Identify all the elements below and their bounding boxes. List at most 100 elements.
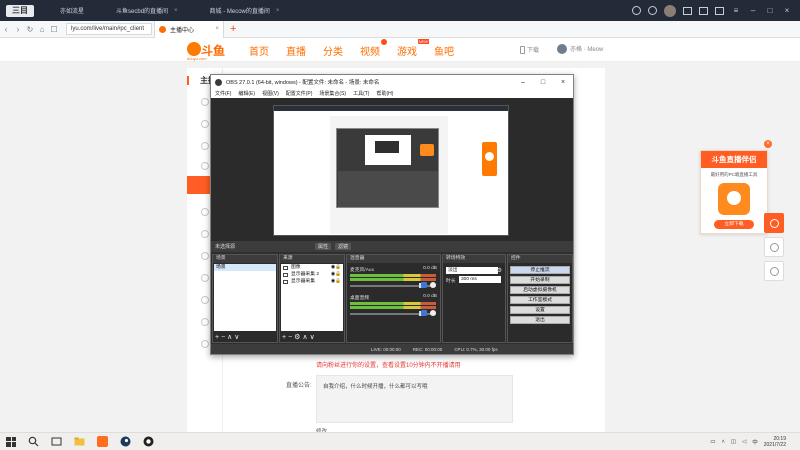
nav-live[interactable]: 直播: [286, 43, 306, 58]
speaker-icon[interactable]: [421, 282, 427, 288]
screen-float-button[interactable]: [764, 261, 784, 281]
menu-profile[interactable]: 配置文件(P): [286, 90, 313, 97]
clock-icon[interactable]: [648, 6, 657, 15]
url-input[interactable]: lyu.com/live/main#pc_client: [66, 23, 152, 35]
home-float-button[interactable]: [764, 237, 784, 257]
notice-textarea[interactable]: 自我介绍，什么时候开播，什么都可以写哦: [316, 375, 513, 423]
list-item[interactable]: 显示器采集 ◉🔒: [281, 278, 343, 285]
steam-icon[interactable]: [120, 436, 131, 447]
promo-card[interactable]: 斗鱼直播伴侣 最好用的PC端直播工具 立即下载: [700, 150, 768, 234]
stop-streaming-button[interactable]: 停止推流: [510, 266, 570, 274]
filters-button[interactable]: 滤镜: [335, 243, 352, 250]
menu-scene-collection[interactable]: 场景集合(S): [319, 90, 346, 97]
gear-icon[interactable]: [430, 310, 436, 316]
gear-icon[interactable]: [430, 282, 436, 288]
close-window-icon[interactable]: ×: [782, 6, 792, 15]
ime-icon[interactable]: 中: [752, 438, 758, 446]
briefcase-icon[interactable]: [699, 6, 708, 15]
close-icon[interactable]: ×: [553, 79, 573, 86]
douyu-app-icon[interactable]: [97, 436, 108, 447]
menu-edit[interactable]: 编辑(E): [238, 90, 255, 97]
sidebar-item-icon[interactable]: [201, 340, 209, 348]
maximize-icon[interactable]: □: [533, 79, 553, 86]
menu-tools[interactable]: 工具(T): [353, 90, 369, 97]
source-dock-buttons[interactable]: +−⚙∧∨: [282, 333, 317, 341]
nav-video[interactable]: 视频: [360, 39, 387, 58]
sidebar-item-icon[interactable]: [201, 98, 209, 106]
nav-category[interactable]: 分类: [323, 43, 343, 58]
sidebar-item-icon[interactable]: [201, 230, 209, 238]
sidebar-item-icon[interactable]: [201, 162, 209, 170]
menu-file[interactable]: 文件(F): [215, 90, 231, 97]
gear-icon[interactable]: ⚙: [497, 267, 502, 274]
speaker-icon[interactable]: [421, 310, 427, 316]
download-link[interactable]: 下载: [520, 45, 539, 54]
reload-icon[interactable]: ↻: [24, 25, 36, 34]
speaker-icon[interactable]: ◁: [742, 439, 746, 445]
history-icon[interactable]: [632, 6, 641, 15]
close-icon[interactable]: ×: [174, 8, 178, 14]
menu-icon[interactable]: ≡: [731, 6, 741, 15]
clock[interactable]: 20:19 2021/7/22: [764, 436, 800, 448]
properties-button[interactable]: 属性: [315, 243, 332, 250]
search-icon[interactable]: [28, 436, 39, 447]
maximize-icon[interactable]: □: [765, 6, 775, 15]
list-item[interactable]: 显示器采集 2 ◉🔒: [281, 271, 343, 278]
close-icon[interactable]: ×: [276, 8, 280, 14]
monitor-icon: [283, 272, 288, 277]
duration-input[interactable]: 300 ms: [459, 276, 501, 283]
folder-icon[interactable]: [74, 436, 85, 447]
download-now-button[interactable]: 立即下载: [714, 220, 754, 229]
eye-icon[interactable]: ◉🔒: [331, 264, 341, 271]
obs-preview[interactable]: [211, 98, 573, 241]
browser-tab[interactable]: 亦如流星: [54, 0, 90, 21]
eye-icon[interactable]: ◉🔒: [331, 278, 341, 285]
network-icon[interactable]: ◫: [731, 439, 736, 445]
douyu-logo[interactable]: 斗鱼 douyu.com: [187, 40, 227, 61]
shirt-icon[interactable]: [683, 6, 692, 15]
back-icon[interactable]: ‹: [0, 25, 12, 34]
studio-mode-button[interactable]: 工作室模式: [510, 296, 570, 304]
task-view-icon[interactable]: [51, 436, 62, 447]
sidebar-item-icon[interactable]: [201, 274, 209, 282]
eye-icon[interactable]: ◉🔒: [331, 271, 341, 278]
user-menu[interactable]: 亦格 · Meow: [557, 44, 603, 55]
start-recording-button[interactable]: 开始录制: [510, 276, 570, 284]
nav-fishbar[interactable]: 鱼吧: [434, 43, 454, 58]
screenshot-icon[interactable]: [715, 6, 724, 15]
transition-select[interactable]: 淡出: [446, 267, 498, 274]
home-icon[interactable]: ⌂: [36, 25, 48, 34]
obs-icon[interactable]: [143, 436, 154, 447]
list-item[interactable]: 图像 ◉🔒: [281, 264, 343, 271]
exit-button[interactable]: 退出: [510, 316, 570, 324]
minimize-icon[interactable]: –: [513, 79, 533, 86]
minimize-icon[interactable]: –: [748, 6, 758, 15]
settings-button[interactable]: 设置: [510, 306, 570, 314]
nav-game[interactable]: 游戏 NEW: [397, 39, 429, 58]
sidebar-item-icon[interactable]: [201, 252, 209, 260]
live-float-button[interactable]: [764, 213, 784, 233]
browser-tab[interactable]: 商城 - Mecow的直播间 ×: [204, 0, 286, 21]
list-item[interactable]: 场景: [214, 264, 276, 271]
scene-dock-buttons[interactable]: +−∧∨: [215, 333, 241, 341]
bookmark-icon[interactable]: ☐: [48, 25, 60, 34]
sidebar-item-icon[interactable]: [201, 318, 209, 326]
sidebar-item-icon[interactable]: [201, 296, 209, 304]
sidebar-item-icon[interactable]: [201, 208, 209, 216]
sidebar-item-icon[interactable]: [201, 120, 209, 128]
windows-start-icon[interactable]: [6, 436, 16, 447]
avatar[interactable]: [664, 4, 676, 17]
menu-view[interactable]: 视图(V): [262, 90, 279, 97]
virtual-camera-button[interactable]: 启动虚拟摄像机: [510, 286, 570, 294]
active-tab[interactable]: 主播中心 ×: [154, 20, 224, 38]
chevron-up-icon[interactable]: ˄: [722, 439, 725, 445]
chat-icon[interactable]: ▭: [710, 439, 715, 445]
menu-help[interactable]: 帮助(H): [376, 90, 393, 97]
forward-icon[interactable]: ›: [12, 25, 24, 34]
nav-home[interactable]: 首页: [249, 43, 269, 58]
browser-tab[interactable]: 斗鱼secbd的直播间 ×: [110, 0, 184, 21]
close-icon[interactable]: ×: [764, 140, 772, 148]
new-tab-icon[interactable]: +: [230, 23, 236, 35]
sidebar-item-icon[interactable]: [201, 142, 209, 150]
close-icon[interactable]: ×: [215, 26, 223, 32]
